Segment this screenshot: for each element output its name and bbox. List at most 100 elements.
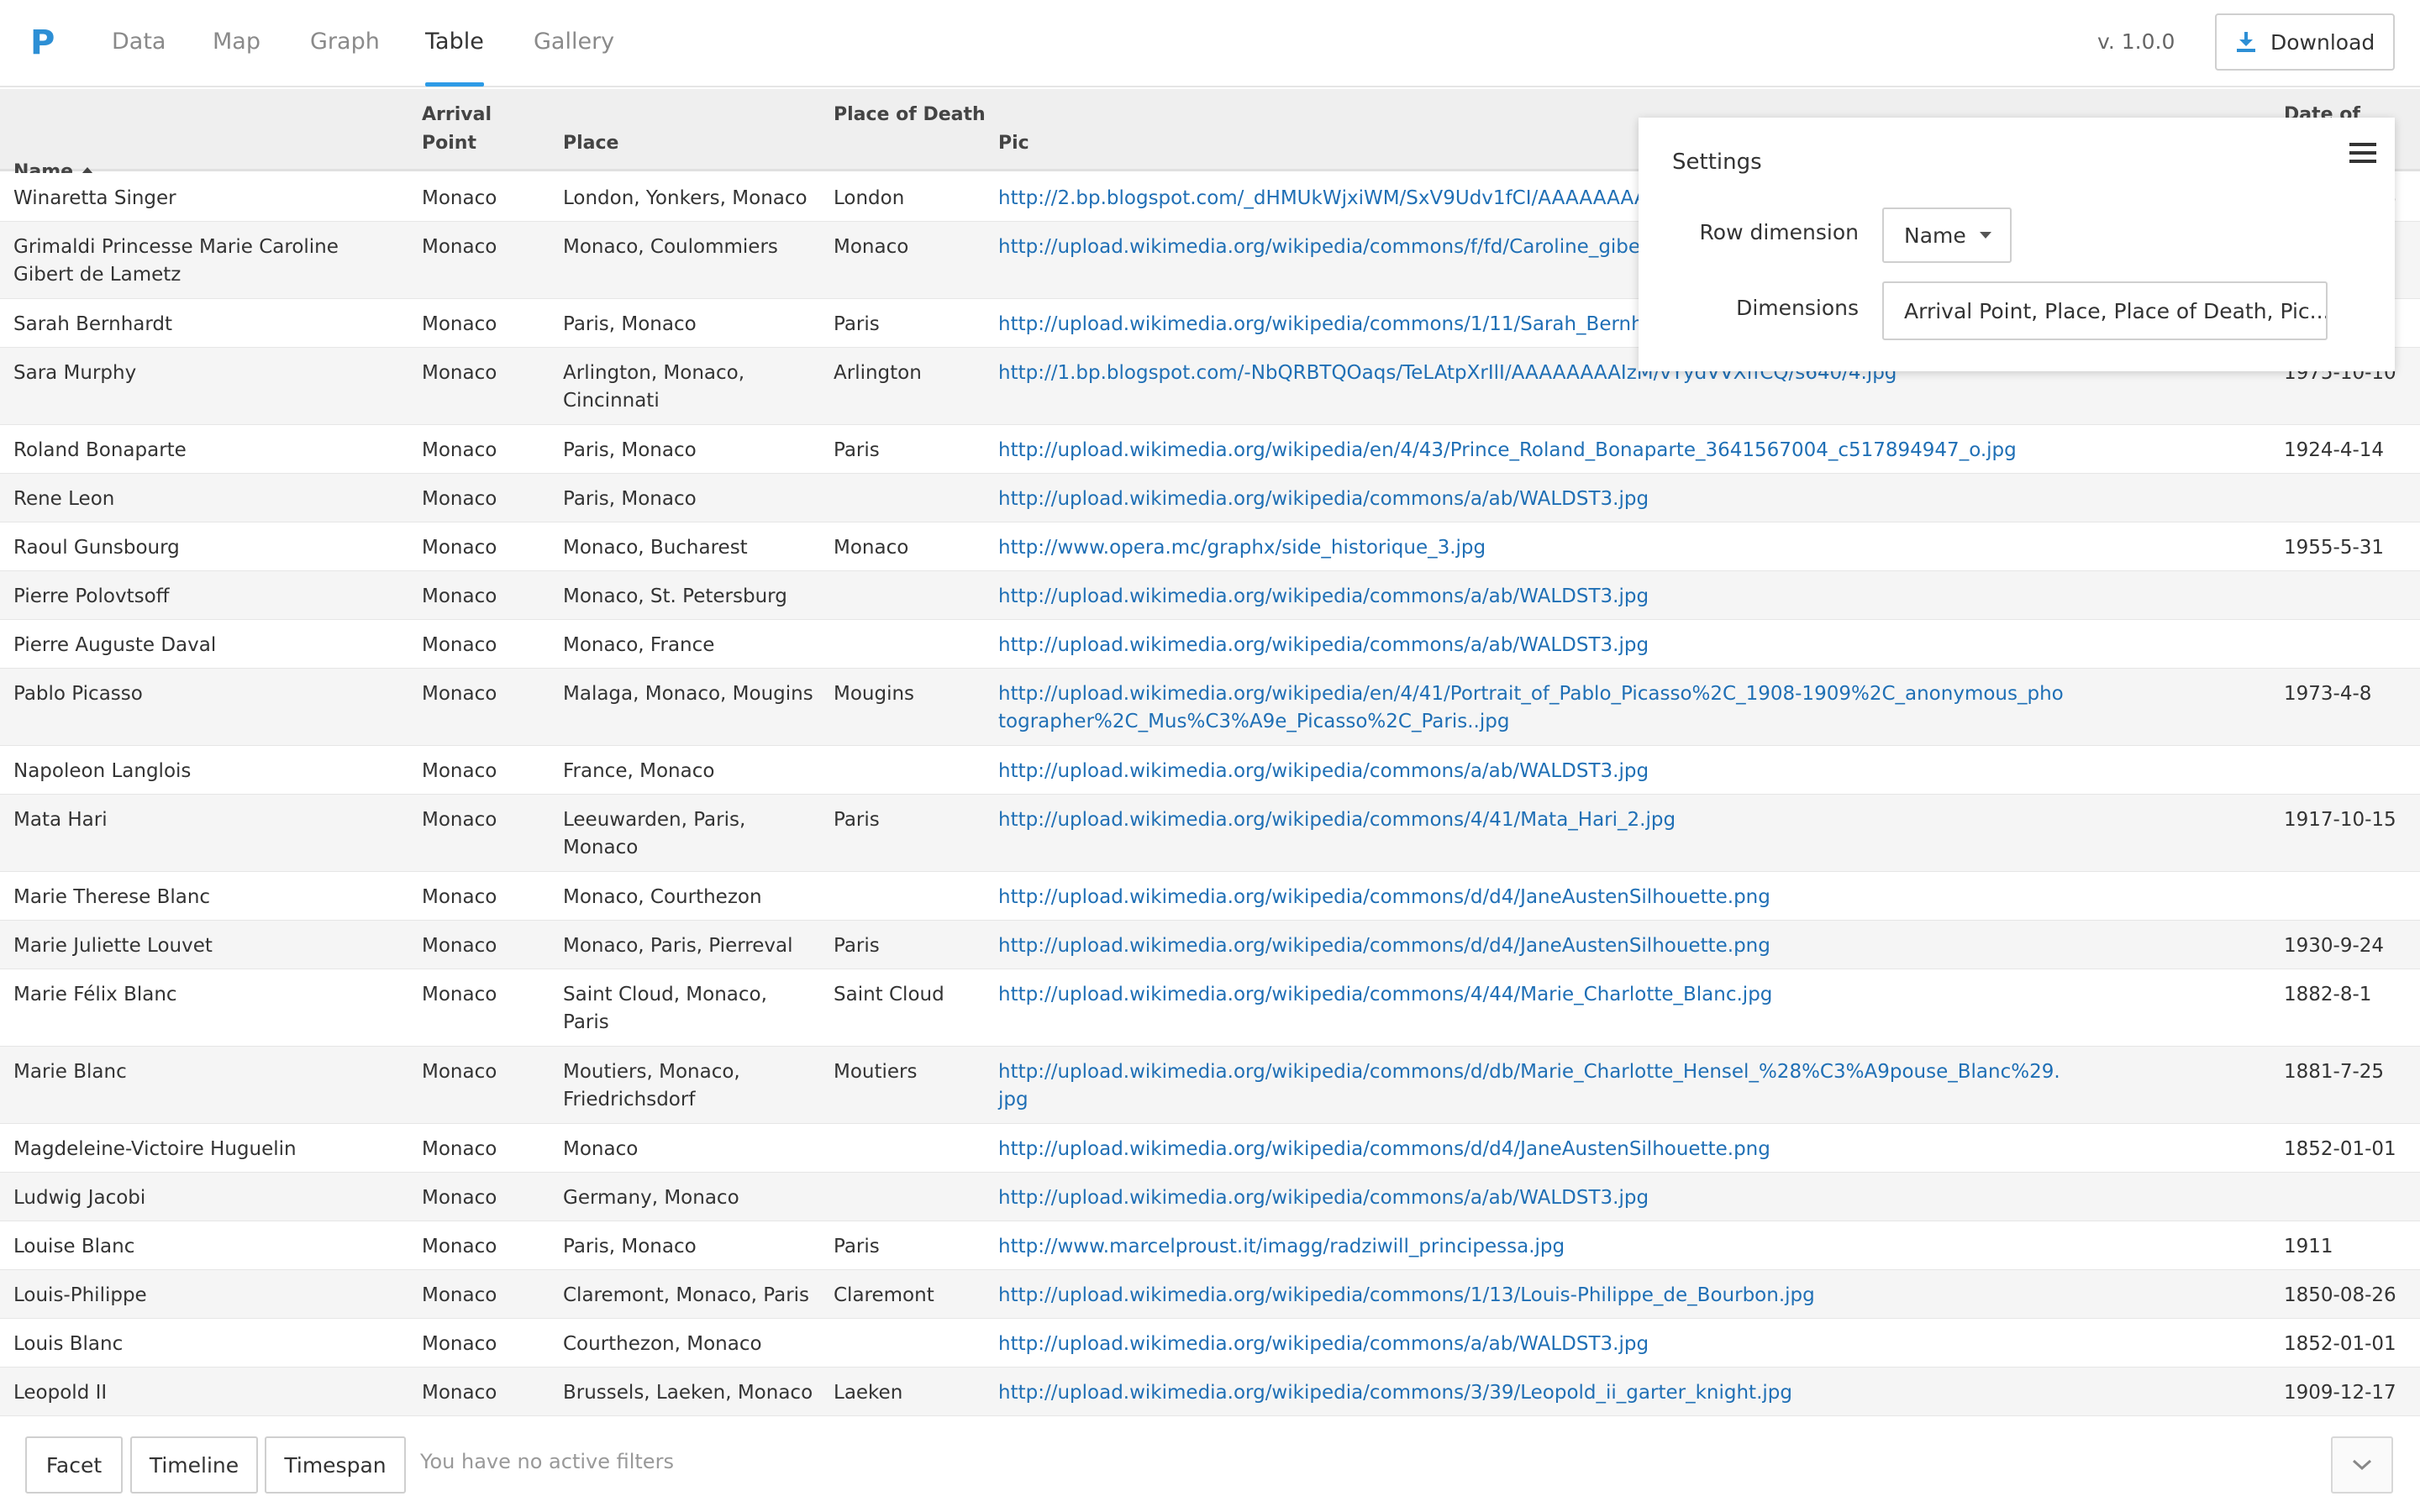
- name-cell: Roland Bonaparte: [13, 439, 187, 461]
- pic-link[interactable]: http://upload.wikimedia.org/wikipedia/co…: [998, 806, 2065, 834]
- table-row[interactable]: Mata Hari Monaco Leeuwarden, Paris, Monaco…: [0, 795, 2420, 872]
- name-cell: Marie Juliette Louvet: [13, 935, 213, 957]
- table-row[interactable]: Marie Félix Blanc Monaco Saint Cloud, Mona…: [0, 969, 2420, 1047]
- place-cell: Malaga, Monaco, Mougins: [563, 683, 813, 705]
- table-row[interactable]: Magdeleine-Victoire Huguelin Monaco Monaco…: [0, 1124, 2420, 1173]
- pic-link[interactable]: http://upload.wikimedia.org/wikipedia/co…: [998, 1282, 2065, 1310]
- name-cell: Leopold II: [13, 1382, 108, 1404]
- place-cell: Monaco, Bucharest: [563, 537, 748, 559]
- place-of-death-cell: Paris: [834, 1236, 880, 1257]
- place-cell: Moutiers, Monaco, Friedrichsdorf: [563, 1061, 740, 1110]
- pic-link[interactable]: http://upload.wikimedia.org/wikipedia/co…: [998, 1136, 2065, 1163]
- table-row[interactable]: Ludwig Jacobi Monaco Germany, Monaco http:/…: [0, 1173, 2420, 1221]
- place-cell: Monaco, St. Petersburg: [563, 585, 787, 607]
- app-logo[interactable]: P: [30, 22, 55, 64]
- table-row[interactable]: Marie Blanc Monaco Moutiers, Monaco, Fried…: [0, 1047, 2420, 1124]
- filter-bar: Facet Timeline Timespan You have no acti…: [0, 1420, 2420, 1512]
- table-row[interactable]: Leopold II Monaco Brussels, Laeken, Monaco…: [0, 1368, 2420, 1416]
- arrival-point-cell: Monaco: [422, 362, 497, 384]
- place-cell: Arlington, Monaco, Cincinnati: [563, 362, 745, 412]
- tab-table[interactable]: Table: [425, 24, 484, 60]
- pic-link[interactable]: http://upload.wikimedia.org/wikipedia/en…: [998, 437, 2065, 465]
- active-tab-indicator: [425, 82, 484, 87]
- place-cell: France, Monaco: [563, 760, 715, 782]
- table-row[interactable]: Napoleon Langlois Monaco France, Monaco htt…: [0, 746, 2420, 795]
- table-row[interactable]: Pierre Polovtsoff Monaco Monaco, St. Peter…: [0, 571, 2420, 620]
- table-row[interactable]: Louis Blanc Monaco Courthezon, Monaco http:…: [0, 1319, 2420, 1368]
- table-row[interactable]: Raoul Gunsbourg Monaco Monaco, Bucharest Mo…: [0, 522, 2420, 571]
- pic-link[interactable]: http://upload.wikimedia.org/wikipedia/co…: [998, 884, 2065, 911]
- pic-link[interactable]: http://upload.wikimedia.org/wikipedia/co…: [998, 1058, 2065, 1114]
- pic-link[interactable]: http://upload.wikimedia.org/wikipedia/en…: [998, 680, 2065, 736]
- place-of-death-cell: Saint Cloud: [834, 984, 944, 1005]
- collapse-filter-bar-button[interactable]: [2331, 1436, 2393, 1494]
- place-of-death-cell: Claremont: [834, 1284, 934, 1306]
- table-row[interactable]: Pablo Picasso Monaco Malaga, Monaco, Mougi…: [0, 669, 2420, 746]
- arrival-point-cell: Monaco: [422, 313, 497, 335]
- tab-map[interactable]: Map: [213, 24, 260, 60]
- place-of-death-cell: Arlington: [834, 362, 922, 384]
- pic-link[interactable]: http://upload.wikimedia.org/wikipedia/co…: [998, 632, 2065, 659]
- pic-link[interactable]: http://upload.wikimedia.org/wikipedia/co…: [998, 1379, 2065, 1407]
- name-cell: Sarah Bernhardt: [13, 313, 173, 335]
- pic-link[interactable]: http://www.marcelproust.it/imagg/radziwi…: [998, 1233, 2065, 1261]
- table-row[interactable]: Rene Leon Monaco Paris, Monaco http://uploa…: [0, 474, 2420, 522]
- pic-link[interactable]: http://upload.wikimedia.org/wikipedia/co…: [998, 981, 2065, 1009]
- arrival-point-cell: Monaco: [422, 1382, 497, 1404]
- settings-panel: Settings Row dimension Name Dimensions A…: [1639, 118, 2395, 371]
- timespan-button[interactable]: Timespan: [265, 1436, 406, 1494]
- arrival-point-cell: Monaco: [422, 984, 497, 1005]
- hamburger-menu-icon[interactable]: [2349, 143, 2376, 165]
- place-cell: Brussels, Laeken, Monaco: [563, 1382, 813, 1404]
- date-of-death-cell: 1909-12-17: [2284, 1382, 2396, 1404]
- date-of-death-cell: 1973-4-8: [2284, 683, 2372, 705]
- row-dimension-value: Name: [1904, 223, 1966, 248]
- tab-data[interactable]: Data: [112, 24, 166, 60]
- date-of-death-cell: 1930-9-24: [2284, 935, 2385, 957]
- name-cell: Marie Blanc: [13, 1061, 127, 1083]
- arrival-point-cell: Monaco: [422, 1333, 497, 1355]
- place-of-death-cell: Paris: [834, 439, 880, 461]
- timeline-button[interactable]: Timeline: [130, 1436, 258, 1494]
- place-cell: Monaco, France: [563, 634, 715, 656]
- name-cell: Marie Félix Blanc: [13, 984, 177, 1005]
- active-filters-status: You have no active filters: [420, 1450, 674, 1473]
- column-header-arrival-point[interactable]: Arrival Point: [422, 101, 492, 158]
- column-header-pic[interactable]: Pic: [998, 129, 1029, 158]
- pic-link[interactable]: http://www.opera.mc/graphx/side_historiq…: [998, 534, 2065, 562]
- table-row[interactable]: Louis-Philippe Monaco Claremont, Monaco, P…: [0, 1270, 2420, 1319]
- facet-button[interactable]: Facet: [25, 1436, 123, 1494]
- name-cell: Louis-Philippe: [13, 1284, 147, 1306]
- row-dimension-select[interactable]: Name: [1882, 207, 2012, 263]
- pic-link[interactable]: http://upload.wikimedia.org/wikipedia/co…: [998, 758, 2065, 785]
- name-cell: Louis Blanc: [13, 1333, 124, 1355]
- place-of-death-cell: Mougins: [834, 683, 915, 705]
- name-cell: Winaretta Singer: [13, 187, 176, 209]
- dimensions-select[interactable]: Arrival Point, Place, Place of Death, Pi…: [1882, 281, 2328, 340]
- place-of-death-cell: Paris: [834, 313, 880, 335]
- table-row[interactable]: Marie Juliette Louvet Monaco Monaco, Paris…: [0, 921, 2420, 969]
- name-cell: Magdeleine-Victoire Huguelin: [13, 1138, 297, 1160]
- tab-graph[interactable]: Graph: [310, 24, 380, 60]
- name-cell: Rene Leon: [13, 488, 115, 510]
- place-cell: Paris, Monaco: [563, 313, 697, 335]
- pic-link[interactable]: http://upload.wikimedia.org/wikipedia/co…: [998, 583, 2065, 611]
- table-row[interactable]: Marie Therese Blanc Monaco Monaco, Courthe…: [0, 872, 2420, 921]
- place-of-death-cell: Paris: [834, 935, 880, 957]
- table-row[interactable]: Pierre Auguste Daval Monaco Monaco, France…: [0, 620, 2420, 669]
- place-cell: Monaco, Courthezon: [563, 886, 762, 908]
- pic-link[interactable]: http://upload.wikimedia.org/wikipedia/co…: [998, 932, 2065, 960]
- place-cell: Monaco, Paris, Pierreval: [563, 935, 793, 957]
- table-row[interactable]: Roland Bonaparte Monaco Paris, Monaco Paris…: [0, 425, 2420, 474]
- arrival-point-cell: Monaco: [422, 1284, 497, 1306]
- pic-link[interactable]: http://upload.wikimedia.org/wikipedia/co…: [998, 486, 2065, 513]
- tab-gallery[interactable]: Gallery: [534, 24, 614, 60]
- name-cell: Grimaldi Princesse Marie Caroline Gibert…: [13, 236, 339, 286]
- pic-link[interactable]: http://upload.wikimedia.org/wikipedia/co…: [998, 1331, 2065, 1358]
- column-header-place[interactable]: Place: [563, 129, 618, 158]
- download-button[interactable]: Download: [2215, 13, 2395, 71]
- table-row[interactable]: Louise Blanc Monaco Paris, Monaco Paris http…: [0, 1221, 2420, 1270]
- arrival-point-cell: Monaco: [422, 886, 497, 908]
- column-header-place-of-death[interactable]: Place of Death: [834, 101, 986, 129]
- pic-link[interactable]: http://upload.wikimedia.org/wikipedia/co…: [998, 1184, 2065, 1212]
